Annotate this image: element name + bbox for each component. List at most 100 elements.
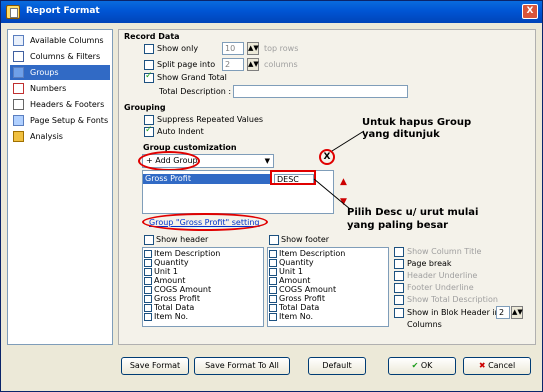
nav-item-headers-footers[interactable]: Headers & Footers — [10, 97, 110, 112]
show-only-label: Show only — [157, 44, 199, 53]
footer-item[interactable]: Quantity — [269, 258, 314, 267]
footer-item[interactable]: Total Data — [269, 303, 320, 312]
annotation-desc-rect — [270, 170, 316, 185]
show-only-spinner[interactable]: ▲▼ — [247, 42, 259, 55]
section-nav: Available Columns Columns & Filters Grou… — [7, 29, 113, 345]
columns-filters-icon — [13, 51, 24, 62]
nav-item-columns-filters[interactable]: Columns & Filters — [10, 49, 110, 64]
show-in-blok-header-checkbox[interactable] — [394, 308, 404, 318]
split-page-unit: columns — [264, 60, 298, 69]
header-item-label: Total Data — [154, 303, 195, 312]
header-underline-checkbox[interactable] — [394, 271, 404, 281]
split-page-spinner[interactable]: ▲▼ — [247, 58, 259, 71]
auto-indent-checkbox[interactable] — [144, 125, 154, 137]
page-break-checkbox[interactable] — [394, 259, 404, 269]
nav-item-page-setup[interactable]: Page Setup & Fonts — [10, 113, 110, 128]
footer-item[interactable]: Amount — [269, 276, 310, 285]
report-icon — [6, 5, 20, 19]
available-columns-icon — [13, 35, 24, 46]
suppress-repeated-checkbox[interactable] — [144, 115, 154, 125]
blok-columns-spinner[interactable]: ▲▼ — [511, 306, 523, 319]
footer-item-label: Item Description — [279, 249, 346, 258]
footer-item-checkbox[interactable] — [269, 250, 277, 258]
header-item-checkbox[interactable] — [144, 250, 152, 258]
split-page-label: Split page into — [157, 60, 216, 69]
split-page-input[interactable]: 2 — [222, 58, 244, 71]
footer-item-checkbox[interactable] — [269, 313, 277, 321]
page-break-label: Page break — [407, 259, 452, 268]
header-item[interactable]: Gross Profit — [144, 294, 200, 303]
footer-item-checkbox[interactable] — [269, 268, 277, 276]
total-description-label: Total Description : — [159, 87, 232, 96]
record-data-heading: Record Data — [124, 32, 180, 41]
header-item-checkbox[interactable] — [144, 268, 152, 276]
show-footer-label: Show footer — [281, 235, 330, 244]
group-customization-heading: Group customization — [143, 143, 237, 152]
header-item[interactable]: COGS Amount — [144, 285, 211, 294]
footer-item[interactable]: Item No. — [269, 312, 314, 321]
nav-item-analysis[interactable]: Analysis — [10, 129, 110, 144]
groups-icon — [13, 67, 24, 78]
footer-items-list: Item Description Quantity Unit 1 Amount … — [267, 247, 389, 327]
grouping-heading: Grouping — [124, 103, 166, 112]
header-item-checkbox[interactable] — [144, 304, 152, 312]
nav-item-label: Columns & Filters — [30, 52, 101, 61]
save-format-button[interactable]: Save Format — [121, 357, 189, 375]
footer-item-checkbox[interactable] — [269, 286, 277, 294]
total-description-input[interactable] — [233, 85, 408, 98]
show-only-input[interactable]: 10 — [222, 42, 244, 55]
nav-item-numbers[interactable]: Numbers — [10, 81, 110, 96]
header-item[interactable]: Item No. — [144, 312, 188, 321]
window-title: Report Format — [26, 6, 100, 16]
save-format-to-all-button[interactable]: Save Format To All — [194, 357, 290, 375]
footer-item-label: COGS Amount — [279, 285, 337, 294]
header-item-checkbox[interactable] — [144, 259, 152, 267]
header-item[interactable]: Total Data — [144, 303, 195, 312]
show-only-checkbox[interactable] — [144, 44, 154, 54]
cancel-label: Cancel — [488, 361, 516, 370]
checkmark-icon: ✔ — [411, 361, 419, 370]
ok-button[interactable]: ✔ OK — [388, 357, 456, 375]
default-button[interactable]: Default — [308, 357, 366, 375]
footer-item[interactable]: COGS Amount — [269, 285, 337, 294]
footer-item-label: Gross Profit — [279, 294, 325, 303]
header-item[interactable]: Amount — [144, 276, 185, 285]
footer-item[interactable]: Unit 1 — [269, 267, 303, 276]
ok-label: OK — [420, 361, 433, 370]
show-footer-checkbox[interactable] — [269, 235, 279, 245]
annotation-arrow-desc — [313, 178, 351, 210]
header-item-checkbox[interactable] — [144, 286, 152, 294]
nav-item-groups[interactable]: Groups — [10, 65, 110, 80]
cancel-button[interactable]: ✖ Cancel — [463, 357, 531, 375]
header-item-checkbox[interactable] — [144, 277, 152, 285]
header-item-checkbox[interactable] — [144, 295, 152, 303]
header-item-checkbox[interactable] — [144, 313, 152, 321]
footer-item-checkbox[interactable] — [269, 259, 277, 267]
header-item[interactable]: Quantity — [144, 258, 189, 267]
show-total-description-checkbox[interactable] — [394, 295, 404, 305]
footer-underline-checkbox[interactable] — [394, 283, 404, 293]
footer-item[interactable]: Item Description — [269, 249, 346, 258]
show-grand-total-checkbox[interactable] — [144, 71, 154, 83]
footer-underline-label: Footer Underline — [407, 283, 474, 292]
footer-item-label: Total Data — [279, 303, 320, 312]
nav-item-available-columns[interactable]: Available Columns — [10, 33, 110, 48]
group-row-gross-profit[interactable]: Gross Profit — [143, 174, 271, 184]
header-item-label: Item Description — [154, 249, 221, 258]
show-header-checkbox[interactable] — [144, 235, 154, 245]
split-page-checkbox[interactable] — [144, 60, 154, 70]
footer-item-label: Item No. — [279, 312, 314, 321]
nav-item-label: Analysis — [30, 132, 63, 141]
blok-columns-input[interactable]: 2 — [496, 306, 510, 319]
header-item[interactable]: Item Description — [144, 249, 221, 258]
footer-item[interactable]: Gross Profit — [269, 294, 325, 303]
columns-label: Columns — [407, 320, 442, 329]
footer-item-checkbox[interactable] — [269, 277, 277, 285]
show-column-title-checkbox[interactable] — [394, 247, 404, 257]
footer-item-checkbox[interactable] — [269, 304, 277, 312]
header-item[interactable]: Unit 1 — [144, 267, 178, 276]
footer-item-checkbox[interactable] — [269, 295, 277, 303]
close-button[interactable]: X — [522, 4, 538, 19]
headers-footers-icon — [13, 99, 24, 110]
auto-indent-label: Auto Indent — [157, 127, 204, 136]
